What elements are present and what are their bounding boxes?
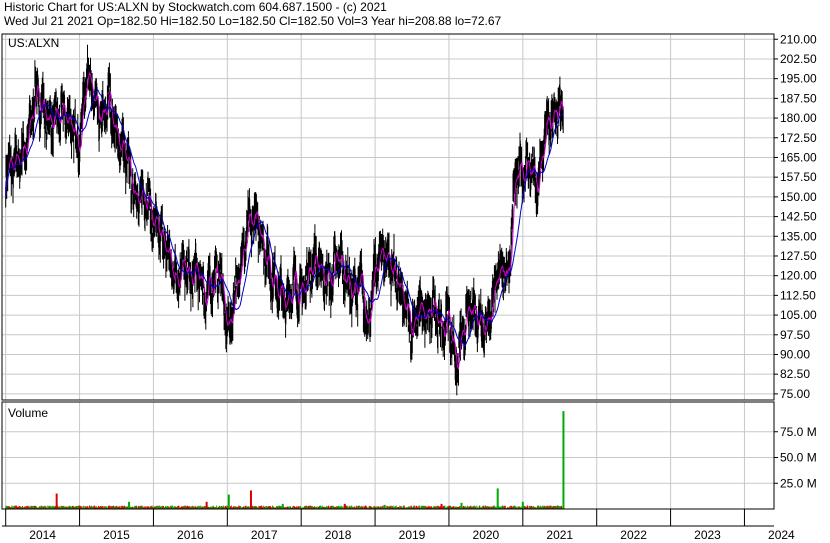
price-panel-label: US:ALXN — [8, 36, 59, 50]
year-label: 2017 — [251, 528, 278, 542]
year-label: 2016 — [177, 528, 204, 542]
price-tick-label: 210.00 — [780, 32, 817, 46]
volume-tick-label: 50.0 M — [780, 451, 817, 465]
year-label: 2018 — [325, 528, 352, 542]
price-tick-label: 97.50 — [780, 328, 810, 342]
price-tick-label: 180.00 — [780, 111, 817, 125]
year-label: 2023 — [694, 528, 721, 542]
price-tick-label: 195.00 — [780, 72, 817, 86]
price-tick-label: 90.00 — [780, 347, 810, 361]
chart-frame — [1, 33, 775, 527]
year-label: 2021 — [546, 528, 573, 542]
price-tick-label: 150.00 — [780, 190, 817, 204]
axis-labels: 210.00 202.50 195.00 187.50 180.00 172.50 165.… — [8, 32, 817, 542]
year-label: 2020 — [473, 528, 500, 542]
volume-panel-frame — [1, 401, 775, 510]
volume-panel-label: Volume — [8, 406, 48, 420]
year-label: 2014 — [29, 528, 56, 542]
volume-tick-label: 75.0 M — [780, 425, 817, 439]
short-moving-average-line — [5, 72, 564, 371]
price-tick-label: 187.50 — [780, 91, 817, 105]
price-tick-label: 142.50 — [780, 210, 817, 224]
year-label: 2019 — [399, 528, 426, 542]
price-tick-label: 120.00 — [780, 269, 817, 283]
price-tick-label: 105.00 — [780, 308, 817, 322]
volume-tick-label: 25.0 M — [780, 476, 817, 490]
price-tick-label: 165.00 — [780, 150, 817, 164]
volume-plot — [5, 411, 565, 509]
price-tick-label: 112.50 — [780, 288, 816, 302]
price-tick-label: 127.50 — [780, 249, 817, 263]
price-tick-label: 135.00 — [780, 229, 817, 243]
year-label: 2022 — [620, 528, 647, 542]
chart-canvas: 210.00 202.50 195.00 187.50 180.00 172.50 165.… — [1, 32, 817, 542]
price-tick-label: 157.50 — [780, 170, 817, 184]
price-bars — [5, 44, 564, 396]
year-label: 2024 — [768, 528, 795, 542]
price-plot — [5, 44, 564, 396]
price-tick-label: 172.50 — [780, 131, 817, 145]
price-tick-label: 202.50 — [780, 52, 817, 66]
price-tick-label: 82.50 — [780, 367, 810, 381]
year-label: 2015 — [103, 528, 130, 542]
price-tick-label: 75.00 — [780, 387, 810, 401]
